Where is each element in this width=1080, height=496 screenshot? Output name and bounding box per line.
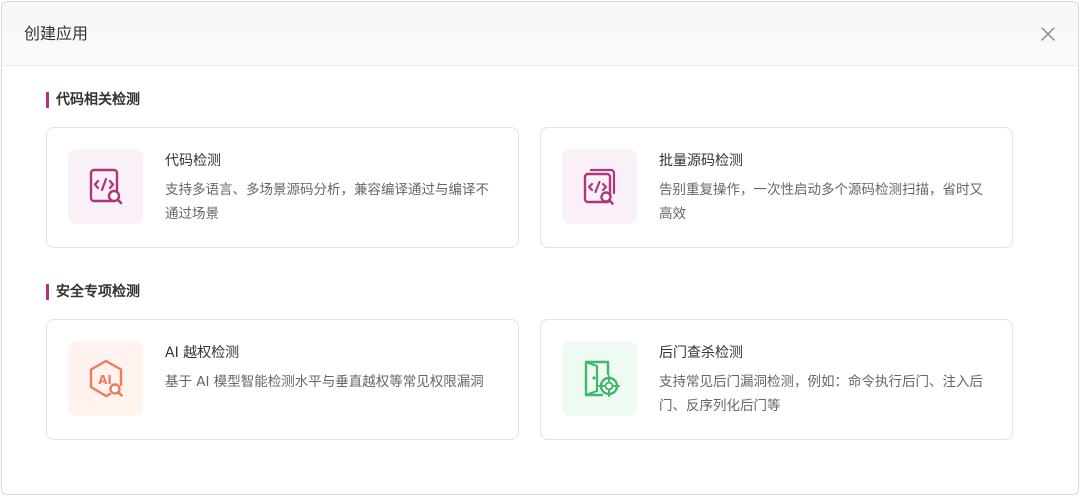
card-backdoor-scan[interactable]: 后门查杀检测 支持常见后门漏洞检测，例如：命令执行后门、注入后门、反序列化后门等	[540, 319, 1013, 440]
card-title: 代码检测	[165, 153, 221, 169]
card-batch-code-scan[interactable]: 批量源码检测 告别重复操作，一次性启动多个源码检测扫描，省时又高效	[540, 127, 1013, 248]
close-button[interactable]	[1038, 24, 1058, 44]
ai-scan-icon: AI	[89, 359, 123, 397]
create-app-dialog: 创建应用 代码相关检测 代码检测 支持多语言、多场景源码分析，兼容编译通过与编译…	[1, 1, 1079, 495]
section-title-code: 代码相关检测	[46, 91, 140, 109]
card-description: 告别重复操作，一次性启动多个源码检测扫描，省时又高效	[659, 182, 983, 222]
card-icon-box	[562, 149, 637, 224]
card-description: 支持多语言、多场景源码分析，兼容编译通过与编译不通过场景	[165, 182, 489, 222]
dialog-header: 创建应用	[2, 2, 1078, 66]
card-title: 批量源码检测	[659, 153, 743, 169]
backdoor-scan-icon	[584, 360, 620, 397]
batch-code-scan-icon	[583, 168, 615, 205]
card-icon-box	[562, 341, 637, 416]
card-icon-box: AI	[68, 341, 143, 416]
card-description: 支持常见后门漏洞检测，例如：命令执行后门、注入后门、反序列化后门等	[659, 374, 983, 414]
ai-icon-text: AI	[98, 373, 112, 387]
card-icon-box	[68, 149, 143, 224]
section-title-security: 安全专项检测	[46, 283, 140, 301]
card-code-scan[interactable]: 代码检测 支持多语言、多场景源码分析，兼容编译通过与编译不通过场景	[46, 127, 519, 248]
dialog-title: 创建应用	[24, 24, 89, 43]
card-description: 基于 AI 模型智能检测水平与垂直越权等常见权限漏洞	[165, 374, 484, 390]
code-scan-icon	[89, 168, 122, 204]
card-title: AI 越权检测	[165, 345, 240, 361]
close-icon	[1041, 27, 1055, 41]
card-title: 后门查杀检测	[659, 345, 743, 361]
card-ai-scan[interactable]: AI AI 越权检测 基于 AI 模型智能检测水平与垂直越权等常见权限漏洞	[46, 319, 519, 440]
